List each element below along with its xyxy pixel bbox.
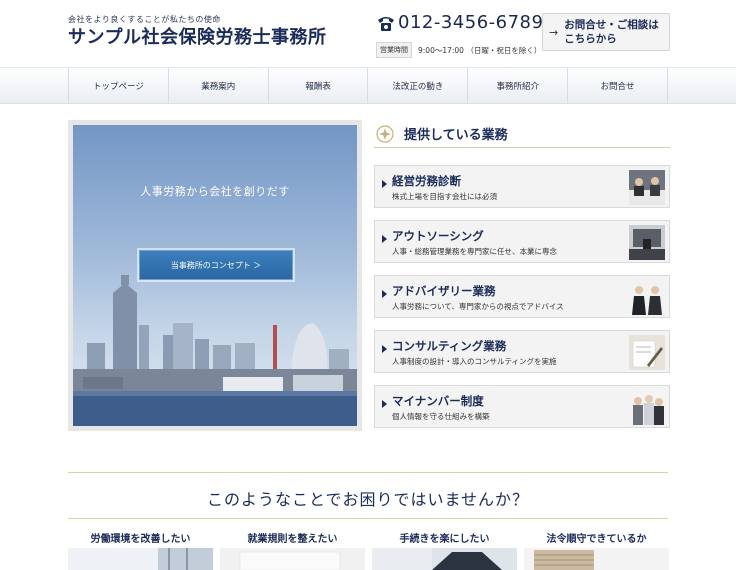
phone-icon: [376, 14, 396, 32]
advisor-photo-icon: [629, 280, 665, 315]
hours-badge: 営業時間: [376, 42, 412, 58]
meeting-photo-icon: [629, 170, 665, 205]
divider-line: [68, 518, 668, 519]
trouble-item-compliance[interactable]: 法令順守できているか: [524, 528, 669, 570]
phone-block: 012-3456-6789: [376, 12, 543, 33]
service-card-mynumber[interactable]: マイナンバー制度 個人情報を守る仕組みを構築: [374, 385, 670, 428]
file-stack-photo-icon: [524, 548, 669, 570]
service-desc: 人事制度の設計・導入のコンサルティングを実施: [392, 357, 557, 366]
office-window-photo-icon: [68, 548, 213, 570]
site-header: 会社をより良くすることが私たちの使命 サンプル社会保険労務士事務所 012-34…: [0, 0, 736, 67]
service-title: マイナンバー制度: [392, 394, 484, 408]
service-desc: 人事・総務管理業務を専門家に任せ、本業に専念: [392, 247, 557, 256]
divider-line: [68, 472, 668, 473]
writing-photo-icon: [629, 335, 665, 370]
triangle-icon: [382, 235, 387, 243]
trouble-item-procedures[interactable]: 手続きを楽にしたい: [372, 528, 517, 570]
service-card-advisory[interactable]: アドバイザリー業務 人事労務について、専門家からの視点でアドバイス: [374, 275, 670, 318]
phone-number[interactable]: 012-3456-6789: [398, 12, 543, 33]
hours-text: 9:00～17:00 （日曜・祝日を除く）: [418, 45, 542, 55]
triangle-icon: [382, 345, 387, 353]
main-nav: トップページ 業務案内 報酬表 法改正の動き 事務所紹介 お問合せ: [0, 67, 736, 104]
arrow-right-icon: →: [549, 25, 559, 39]
hero-headline: 人事労務から会社を創りだす: [140, 185, 290, 198]
service-desc: 人事労務について、専門家からの視点でアドバイス: [392, 302, 564, 311]
trouble-label: 就業規則を整えたい: [247, 534, 338, 545]
people-photo-icon: [629, 390, 665, 425]
site-title[interactable]: サンプル社会保険労務士事務所: [68, 23, 326, 49]
services-heading-text: 提供している業務: [404, 128, 508, 143]
contact-button-label: お問合せ・ご相談は こちらから: [564, 19, 659, 45]
nav-item-law-changes[interactable]: 法改正の動き: [367, 68, 467, 104]
emblem-icon: [376, 124, 394, 143]
triangle-icon: [382, 180, 387, 188]
desk-work-photo-icon: [372, 548, 517, 570]
trouble-label: 手続きを楽にしたい: [399, 534, 490, 545]
service-card-outsourcing[interactable]: アウトソーシング 人事・総務管理業務を専門家に任せ、本業に専念: [374, 220, 670, 263]
nav-item-contact[interactable]: お問合せ: [567, 68, 668, 104]
nav-item-services[interactable]: 業務案内: [167, 68, 268, 104]
service-desc: 株式上場を目指す会社には必須: [392, 192, 497, 201]
nav-item-about[interactable]: 事務所紹介: [467, 68, 567, 104]
contact-button[interactable]: → お問合せ・ご相談は こちらから: [542, 13, 670, 51]
trouble-label: 労働環境を改善したい: [90, 534, 191, 545]
trouble-heading: このようなことでお困りではいませんか？: [206, 490, 530, 509]
triangle-icon: [382, 400, 387, 408]
business-hours: 営業時間 9:00～17:00 （日曜・祝日を除く）: [376, 42, 541, 58]
hero-banner: 人事労務から会社を創りだす 当事務所のコンセプト ＞: [68, 120, 362, 431]
triangle-icon: [382, 290, 387, 298]
service-title: 経営労務診断: [392, 174, 461, 188]
service-title: アドバイザリー業務: [392, 284, 496, 298]
service-title: アウトソーシング: [392, 229, 484, 243]
service-desc: 個人情報を守る仕組みを構築: [392, 412, 490, 421]
trouble-item-rules[interactable]: 就業規則を整えたい: [220, 528, 365, 570]
concept-button[interactable]: 当事務所のコンセプト ＞: [139, 250, 293, 280]
service-title: コンサルティング業務: [392, 339, 507, 353]
nav-item-fees[interactable]: 報酬表: [267, 68, 368, 104]
document-photo-icon: [220, 548, 365, 570]
service-card-consulting[interactable]: コンサルティング業務 人事制度の設計・導入のコンサルティングを実施: [374, 330, 670, 373]
services-heading: 提供している業務: [374, 120, 670, 148]
office-photo-icon: [629, 225, 665, 260]
trouble-label: 法令順守できているか: [546, 534, 647, 545]
nav-item-top[interactable]: トップページ: [68, 68, 168, 104]
trouble-item-environment[interactable]: 労働環境を改善したい: [68, 528, 213, 570]
service-card-diagnosis[interactable]: 経営労務診断 株式上場を目指す会社には必須: [374, 165, 670, 208]
